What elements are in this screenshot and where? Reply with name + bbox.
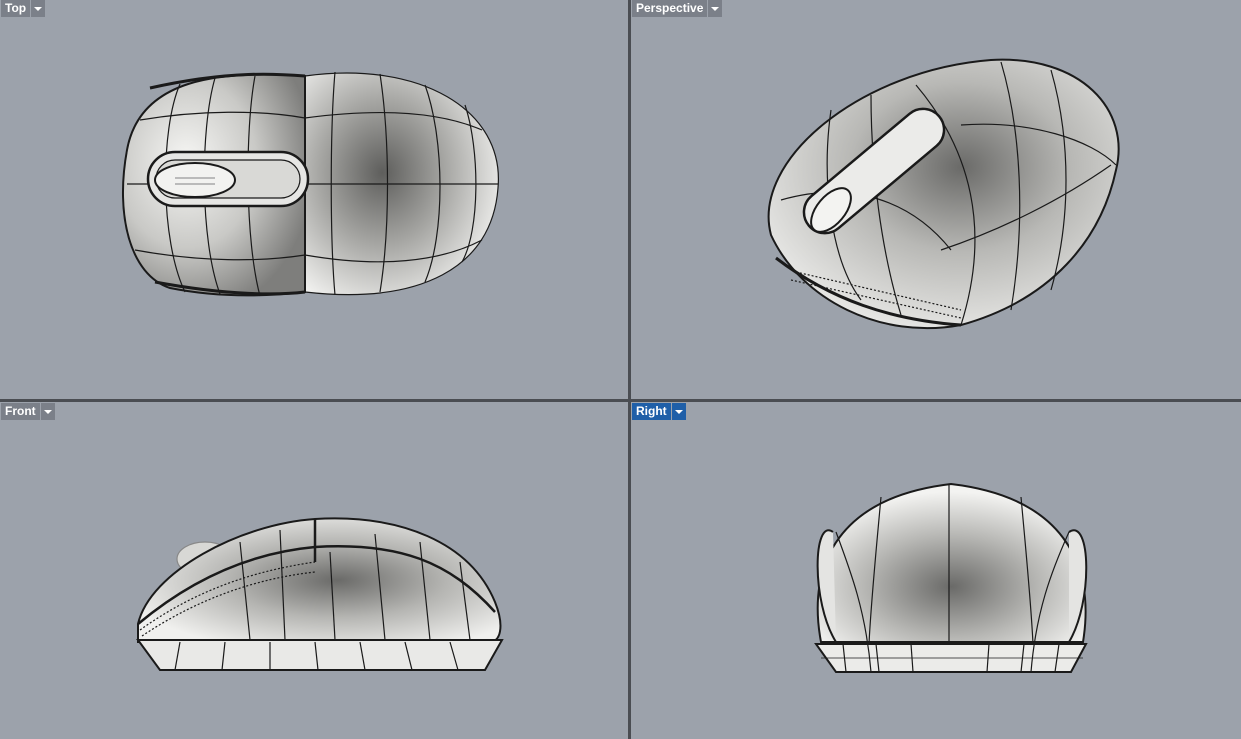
viewport-title-top[interactable]: Top bbox=[1, 0, 31, 17]
chevron-down-icon bbox=[711, 6, 720, 11]
mouse-model-front-view bbox=[136, 517, 504, 671]
mouse-model-top-view bbox=[121, 71, 499, 297]
viewport-tab-top[interactable]: Top bbox=[1, 0, 46, 17]
viewport-right[interactable]: Right bbox=[631, 402, 1241, 739]
mouse-model-perspective-view bbox=[767, 58, 1120, 330]
viewport-menu-button-perspective[interactable] bbox=[708, 0, 723, 17]
viewport-tab-perspective[interactable]: Perspective bbox=[632, 0, 723, 17]
viewport-menu-button-front[interactable] bbox=[40, 403, 55, 420]
viewport-tab-front[interactable]: Front bbox=[1, 403, 55, 420]
viewport-title-front[interactable]: Front bbox=[1, 403, 40, 420]
viewport-tab-right[interactable]: Right bbox=[632, 403, 686, 420]
chevron-down-icon bbox=[43, 409, 52, 414]
viewport-menu-button-top[interactable] bbox=[31, 0, 46, 17]
chevron-down-icon bbox=[674, 409, 683, 414]
viewport-perspective[interactable]: Perspective bbox=[631, 0, 1241, 399]
mouse-model-right-view bbox=[814, 482, 1088, 673]
viewport-layout: Top Perspective Front Right bbox=[0, 0, 1241, 739]
viewport-top[interactable]: Top bbox=[0, 0, 628, 399]
viewport-title-perspective[interactable]: Perspective bbox=[632, 0, 708, 17]
viewport-menu-button-right[interactable] bbox=[671, 403, 686, 420]
viewport-front[interactable]: Front bbox=[0, 402, 628, 739]
viewport-title-right[interactable]: Right bbox=[632, 403, 671, 420]
chevron-down-icon bbox=[34, 6, 43, 11]
